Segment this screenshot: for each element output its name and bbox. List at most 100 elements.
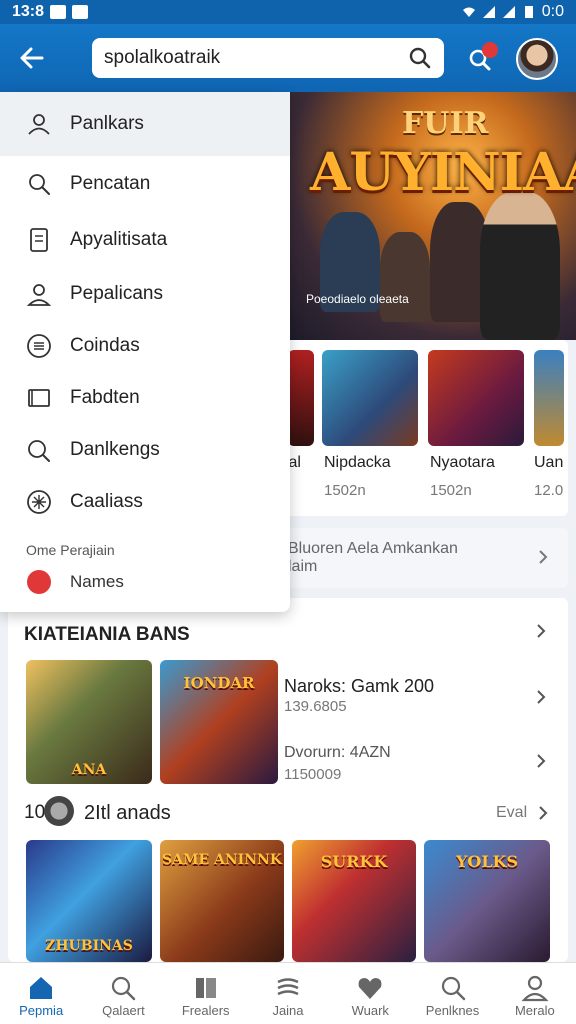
hero-title-main: AUYINIAAI: [310, 142, 576, 203]
section1-thumb-2[interactable]: IONDAR: [160, 660, 278, 784]
section2-thumb-2[interactable]: SAME ANINNK: [160, 840, 284, 962]
nav-item-favorites[interactable]: Wuark: [329, 963, 411, 1024]
nav-item-discover[interactable]: Penlknes: [411, 963, 493, 1024]
carousel-title-2: Nipdacka: [324, 454, 391, 471]
back-arrow-icon: [20, 47, 44, 69]
app-bar: spolalkoatraik: [0, 24, 576, 92]
signal-icon: [482, 6, 495, 18]
status-right-text: 0:0: [541, 3, 564, 20]
folder-icon: [24, 383, 54, 413]
section1-item2-chevron-icon[interactable]: [534, 754, 548, 768]
notification-icon: [50, 5, 67, 19]
back-button[interactable]: [12, 38, 52, 78]
menu-item-6[interactable]: Fabdten: [0, 372, 290, 424]
nav-label-7: Meralo: [514, 1003, 555, 1018]
carousel-thumb-3[interactable]: [428, 350, 524, 446]
nav-label-1: Pepmia: [19, 1003, 64, 1018]
notification-badge: [482, 42, 498, 58]
app-notification-icon: [72, 5, 89, 19]
status-bar: 13:8 0:0: [0, 0, 576, 24]
menu-item-label-5: Coindas: [70, 335, 140, 356]
menu-item-3[interactable]: Apyalitisata: [0, 212, 290, 268]
section2-action[interactable]: Eval: [496, 804, 527, 822]
menu-item-label-1: Panlkars: [70, 113, 144, 134]
notification-search-button[interactable]: [462, 40, 498, 76]
section2-title: 2Itl anads: [84, 802, 171, 824]
nav-label-5: Wuark: [351, 1003, 389, 1018]
section2-thumb-label-4: YOLKS: [455, 852, 519, 871]
nav-item-library[interactable]: Frealers: [165, 963, 247, 1024]
carousel-thumb-1[interactable]: [288, 350, 314, 446]
search-field[interactable]: spolalkoatraik: [92, 38, 444, 78]
section1-item1-chevron-icon[interactable]: [534, 690, 548, 704]
menu-footer-item[interactable]: Names: [0, 562, 290, 602]
section2-thumb-4[interactable]: YOLKS: [424, 840, 550, 962]
section1-item1-title[interactable]: Naroks: Gamk 200: [284, 676, 434, 697]
section2-thumb-label-1: ZHUBINAS: [45, 938, 133, 954]
section1-thumb-1[interactable]: ANA: [26, 660, 152, 784]
section2-thumb-label-2: SAME ANINNK: [162, 852, 282, 868]
search-input[interactable]: spolalkoatraik: [104, 47, 408, 69]
person-icon: [24, 279, 54, 309]
menu-item-label-6: Fabdten: [70, 387, 140, 408]
nav-label-2: Qalaert: [102, 1003, 145, 1018]
section2-chevron-icon[interactable]: [536, 806, 550, 820]
user-avatar[interactable]: [516, 38, 558, 80]
nav-item-search[interactable]: Qalaert: [82, 963, 164, 1024]
red-dot-icon: [24, 567, 54, 597]
search-icon: [438, 973, 468, 1003]
nav-item-profile[interactable]: Meralo: [494, 963, 576, 1024]
menu-item-1[interactable]: Panlkars: [0, 92, 290, 156]
section2-thumb-label-3: SURKK: [320, 852, 388, 871]
menu-item-label-8: Caaliass: [70, 491, 143, 512]
document-icon: [24, 225, 54, 255]
menu-item-7[interactable]: Danlkengs: [0, 424, 290, 476]
person-icon: [520, 973, 550, 1003]
section1-thumb-label-2: IONDAR: [183, 674, 255, 692]
carousel-meta-4: 12.0: [534, 482, 564, 499]
nav-item-stack[interactable]: Jaina: [247, 963, 329, 1024]
status-time: 13:8: [12, 3, 45, 20]
menu-item-8[interactable]: Caaliass: [0, 476, 290, 528]
chevron-right-icon: [539, 550, 548, 564]
hero-title-top: FUIR: [402, 106, 489, 141]
search-icon[interactable]: [408, 46, 432, 70]
carousel-thumb-4[interactable]: [534, 350, 564, 446]
carousel-title-3: Nyaotara: [430, 454, 495, 471]
menu-item-4[interactable]: Pepalicans: [0, 268, 290, 320]
menu-item-label-2: Pencatan: [70, 173, 151, 194]
section2-badge-icon: [44, 796, 74, 826]
menu-item-label-3: Apyalitisata: [70, 229, 168, 250]
menu-item-label-7: Danlkengs: [70, 439, 160, 460]
section1-item2-title[interactable]: Dvorurn: 4AZN: [284, 744, 391, 762]
carousel-thumb-2[interactable]: [322, 350, 418, 446]
dropdown-menu: Panlkars Pencatan Apyalitisata Pepalican…: [0, 92, 290, 612]
menu-footer-label: Names: [70, 572, 124, 591]
hero-character-4: [480, 192, 560, 340]
section1-item1-meta: 139.6805: [284, 698, 347, 715]
wifi-icon: [462, 7, 475, 17]
heart-icon: [355, 973, 385, 1003]
info-banner-line2: laim: [288, 558, 318, 575]
section1-chevron-icon[interactable]: [534, 624, 548, 638]
carousel-card: Ial Nipdacka 1502n Nyaotara 1502n Uan 12…: [280, 340, 568, 516]
section2-thumb-1[interactable]: ZHUBINAS: [26, 840, 152, 962]
list-circle-icon: [24, 331, 54, 361]
book-icon: [191, 973, 221, 1003]
bottom-nav: Pepmia Qalaert Frealers Jaina Wuark Penl…: [0, 962, 576, 1024]
section2-prefix: 10: [24, 802, 46, 823]
hero-character-2: [380, 232, 430, 322]
home-icon: [26, 973, 56, 1003]
nav-label-6: Penlknes: [425, 1003, 480, 1018]
menu-item-5[interactable]: Coindas: [0, 320, 290, 372]
info-banner[interactable]: Bluoren Aela Amkankan laim: [280, 528, 568, 588]
section1-thumb-label-1: ANA: [71, 762, 107, 778]
menu-item-2[interactable]: Pencatan: [0, 156, 290, 212]
nav-item-home[interactable]: Pepmia: [0, 963, 82, 1024]
hero-banner[interactable]: FUIR AUYINIAAI Poeodiaelo oleaeta: [290, 92, 576, 340]
search-icon: [108, 973, 138, 1003]
section2-thumb-3[interactable]: SURKK: [292, 840, 416, 962]
signal2-icon: [502, 6, 515, 18]
user-shield-icon: [24, 109, 54, 139]
menu-item-label-4: Pepalicans: [70, 283, 163, 304]
